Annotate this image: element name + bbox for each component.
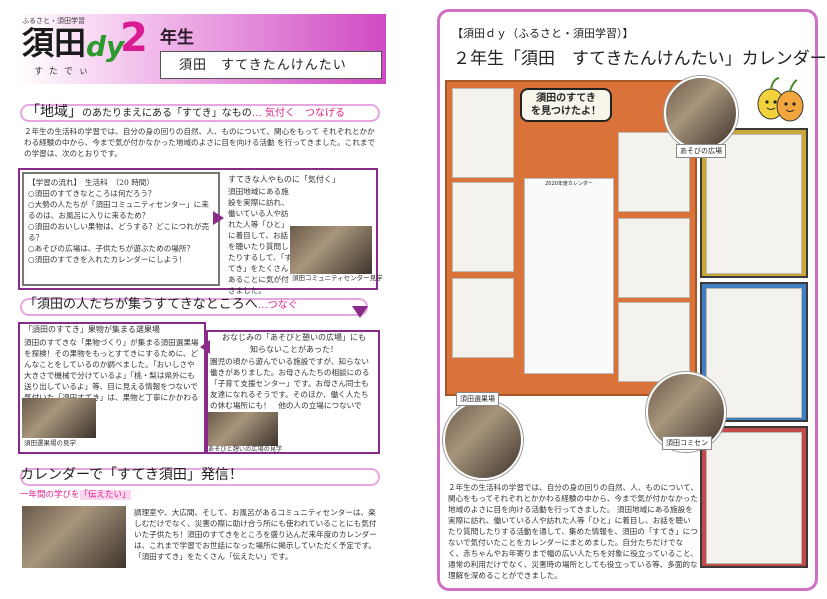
learning-flow-item: ○須田のすてきなところは何だろう？ bbox=[28, 189, 156, 198]
community-center-caption: 須田コミュニティセンター見学 bbox=[292, 274, 383, 282]
brand-ruby: すたでぃ bbox=[34, 67, 95, 77]
learning-flow-item: ○須田のおいしい果物は、どうする？どこにつれが売る？ bbox=[28, 222, 210, 242]
board-sign-line1: 須田のすてき bbox=[536, 93, 596, 104]
section1-title: 「地域」のあたりまえにある「すてき」なもの… 気付く つなげる bbox=[26, 102, 345, 122]
section1-title-main: 「地域」 bbox=[26, 104, 82, 120]
circle-label-fruit-center: 須田選果場 bbox=[456, 392, 499, 407]
section2-left-title: 「須田のすてき」果物が集まる選果場 bbox=[24, 325, 160, 334]
student-paper bbox=[618, 302, 690, 382]
panel-photo-3 bbox=[700, 426, 808, 568]
section1-side-title: すてきな人やものに「気付く」 bbox=[228, 175, 340, 184]
section2-right-title-line1: おなじみの「あそびと憩いの広場」にも bbox=[222, 333, 366, 342]
board-sign: 須田のすてき を見つけたよ！ bbox=[520, 88, 612, 122]
right-heading: 【須田ｄｙ（ふるさと・須田学習）】 bbox=[452, 27, 634, 40]
brand-two: 2 bbox=[120, 15, 148, 61]
section1-intro: ２年生の生活科の学習では、自分の身の回りの自然、人、ものについて、関心をもって … bbox=[24, 127, 376, 158]
section2-right-title-line2: 知らないことがあった！ bbox=[250, 344, 338, 354]
section2-right-title: おなじみの「あそびと憩いの広場」にも 知らないことがあった！ bbox=[214, 332, 374, 355]
section3-subtitle-pre: 一年間の学びを bbox=[20, 490, 80, 500]
playground-caption: あそびと憩いの広場の見学 bbox=[208, 446, 283, 453]
section1-title-rest: のあたりまえにある「すてき」なもの bbox=[82, 108, 252, 119]
brand-dy: dy bbox=[86, 30, 125, 63]
class-photo bbox=[22, 506, 126, 568]
learning-flow-title: 【学習の流れ】 生活科 （20 時間） bbox=[28, 178, 154, 187]
community-center-photo bbox=[290, 226, 372, 274]
learning-flow-item: ○須田のすてきを入れたカレンダーにしよう！ bbox=[28, 255, 187, 264]
right-text: ２年生の生活科の学習では、自分の身の回りの自然、人、ものについて、関心をもってそ… bbox=[448, 483, 698, 580]
section2-title-link: …つなぐ bbox=[257, 300, 298, 311]
mascot-icon bbox=[755, 74, 805, 126]
learning-flow-box: 【学習の流れ】 生活科 （20 時間） ○須田のすてきなところは何だろう？ ○大… bbox=[22, 172, 220, 286]
section2-title-main: 「須田の人たちが集うすてきなところへ bbox=[24, 297, 258, 312]
brand-suda: 須田 bbox=[22, 24, 87, 62]
calendar-title: 2020年度カレンダー bbox=[545, 181, 593, 187]
playground-photo bbox=[208, 412, 278, 446]
section3-title: カレンダーで「すてき須田」発信！ bbox=[20, 467, 243, 483]
header-grade: 年生 bbox=[160, 28, 194, 48]
fruit-center-circle-photo bbox=[443, 400, 523, 480]
section2-title: 「須田の人たちが集うすてきなところへ…つなぐ bbox=[24, 296, 298, 315]
section3-subtitle: 一年間の学びを「伝えたい」 bbox=[20, 489, 131, 501]
fruit-center-caption: 須田選果場の見学 bbox=[24, 439, 76, 447]
student-paper bbox=[618, 218, 690, 298]
playground-circle-photo bbox=[664, 76, 738, 150]
fruit-center-photo bbox=[22, 398, 96, 438]
section1-title-link: … 気付く つなげる bbox=[251, 108, 345, 119]
circle-label-community-center: 須田コミセン bbox=[662, 436, 712, 451]
header-subtitle: 須田 すてきたんけんたい bbox=[160, 51, 382, 79]
calendar-sheet: 2020年度カレンダー bbox=[524, 178, 614, 374]
board-sign-line2: を見つけたよ！ bbox=[531, 106, 601, 117]
circle-label-playground: あそびの広場 bbox=[676, 144, 726, 159]
right-title: ２年生「須田 すてきたんけんたい」カレンダー bbox=[453, 49, 827, 69]
student-paper bbox=[452, 182, 514, 272]
section3-text: 調理室や、大広間、そして、お風呂があるコミュニティセンターは、楽しむだけでなく、… bbox=[134, 508, 377, 561]
section3-subtitle-em: 「伝えたい」 bbox=[79, 490, 131, 500]
arrow-down-icon bbox=[352, 306, 368, 318]
student-paper bbox=[452, 88, 514, 178]
learning-flow-item: ○あそびの広場は、子供たちが遊ぶための場所？ bbox=[28, 244, 195, 253]
student-paper bbox=[452, 278, 514, 358]
learning-flow-item: ○大勢の人たちが「須田コミュニティセンター」に来るのは、お風呂に入りに来るため？ bbox=[28, 200, 209, 220]
arrow-right-icon bbox=[213, 211, 224, 225]
section1-side-text: 須田地域にある施設を実際に訪れ、働いている人や訪れた人等「ひと」に着目して、お話… bbox=[228, 186, 292, 295]
